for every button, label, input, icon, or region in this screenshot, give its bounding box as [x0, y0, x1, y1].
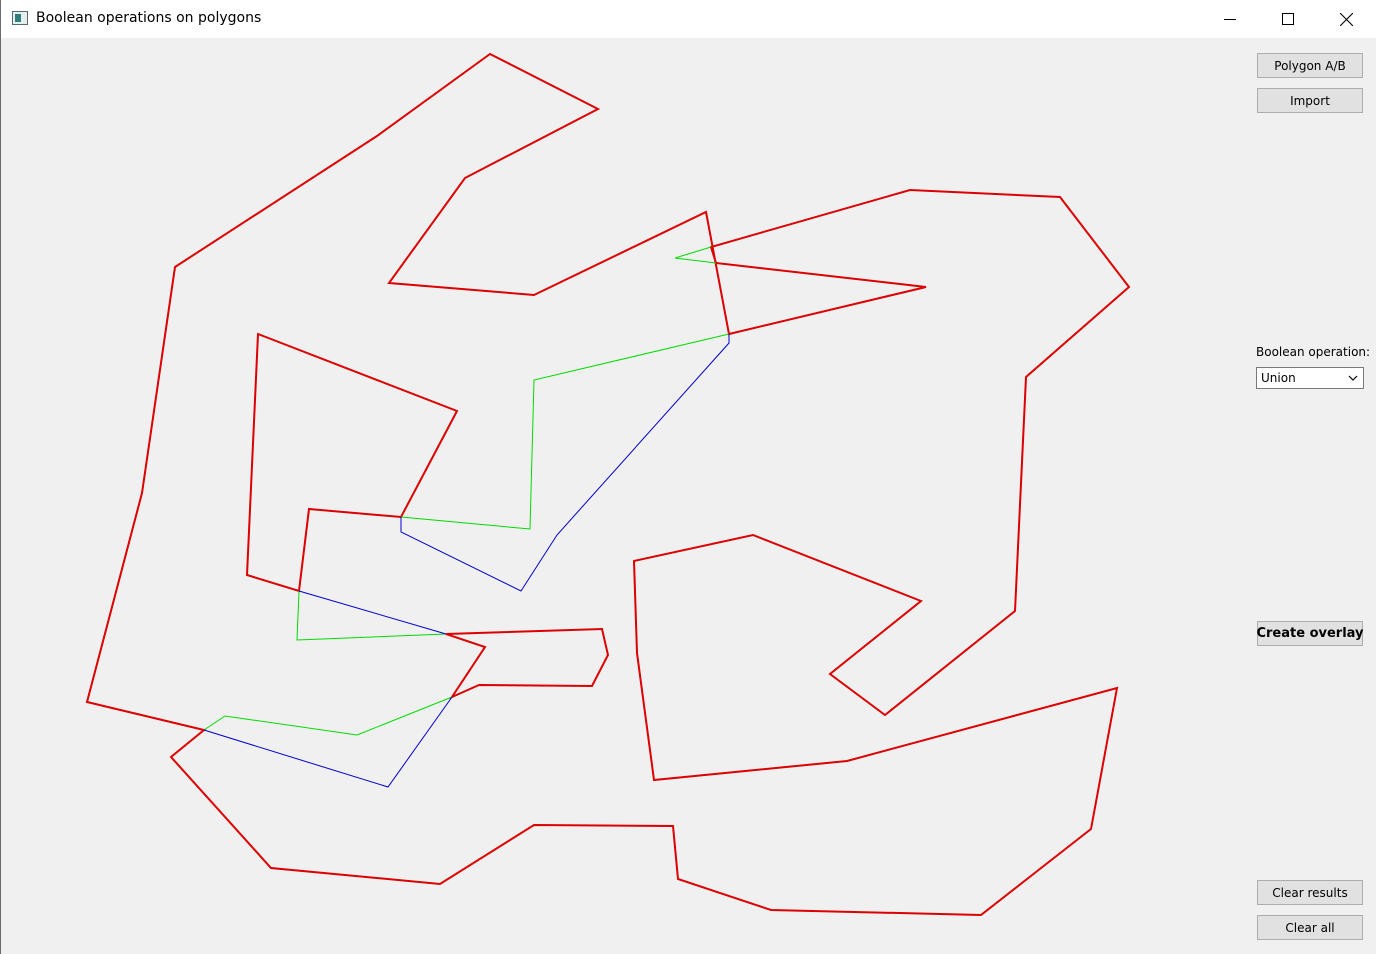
polygon-a-outer: [85, 52, 1131, 917]
clear-all-button[interactable]: Clear all: [1257, 915, 1363, 940]
maximize-icon: [1282, 13, 1294, 25]
polygon-a-inner: [245, 332, 459, 593]
chevron-down-icon: [1348, 375, 1358, 381]
polygon-b-lower: [296, 590, 447, 641]
app-icon: [12, 11, 28, 25]
operation-select[interactable]: Union: [1256, 367, 1364, 389]
title-bar[interactable]: Boolean operations on polygons: [1, 0, 1376, 38]
polygon-a-hook: [445, 627, 610, 700]
result-edges-middle: [298, 590, 447, 635]
main-window: Boolean operations on polygons Polygon A…: [0, 0, 1376, 954]
operation-select-value: Union: [1261, 371, 1296, 385]
polygon-b-edges: [400, 333, 730, 530]
import-button[interactable]: Import: [1257, 88, 1363, 113]
close-icon: [1339, 12, 1353, 26]
clear-results-button[interactable]: Clear results: [1257, 880, 1363, 905]
close-button[interactable]: [1317, 0, 1375, 38]
polygon-ab-button[interactable]: Polygon A/B: [1257, 53, 1363, 78]
maximize-button[interactable]: [1259, 0, 1317, 38]
result-edges-lower: [203, 696, 453, 788]
create-overlay-button[interactable]: Create overlay: [1256, 621, 1364, 646]
minimize-button[interactable]: [1201, 0, 1259, 38]
operation-label: Boolean operation:: [1256, 345, 1371, 359]
window-title: Boolean operations on polygons: [36, 10, 262, 26]
polygon-b-bottom: [203, 696, 453, 736]
drawing-canvas[interactable]: [2, 38, 1242, 954]
polygon-b-tip: [674, 246, 717, 264]
minimize-icon: [1224, 19, 1236, 20]
